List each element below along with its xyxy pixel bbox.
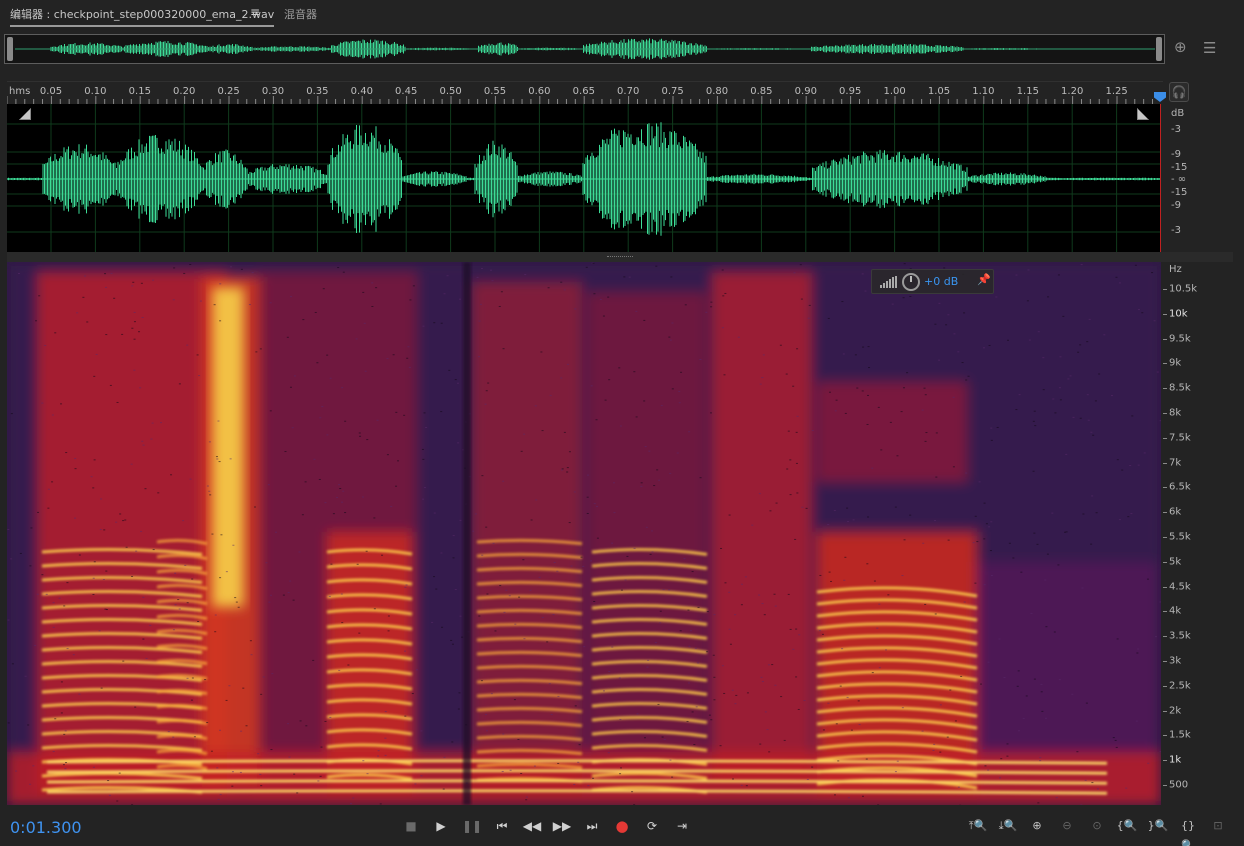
hz-unit: Hz: [1169, 264, 1182, 275]
rewind-icon[interactable]: ◀◀: [521, 816, 543, 836]
frequency-tick: [1163, 537, 1167, 538]
overview-right-handle[interactable]: [1156, 37, 1162, 61]
gain-knob[interactable]: [902, 273, 920, 291]
zoom-full-icon[interactable]: ⊙: [1086, 816, 1108, 836]
frequency-label: 5k: [1169, 556, 1182, 568]
db-label: -9: [1171, 200, 1181, 211]
frequency-label: 500: [1169, 779, 1189, 791]
db-label: -3: [1171, 225, 1181, 236]
frequency-tick: [1163, 289, 1167, 290]
time-ruler[interactable]: hms 0.05 0.10 0.15 0.20 0.25 0.30 0.35 0.40 0.45…: [7, 81, 1163, 104]
panel-menu-icon[interactable]: ≡: [250, 5, 260, 19]
frequency-label: 10k: [1169, 308, 1188, 320]
timecode-display[interactable]: 0:01.300: [10, 818, 82, 837]
frequency-tick: [1163, 413, 1167, 414]
level-bars-icon: [880, 276, 897, 288]
frequency-tick: [1163, 636, 1167, 638]
frequency-label: 1k: [1169, 754, 1182, 766]
overview-navigator[interactable]: [4, 34, 1165, 64]
frequency-tick: [1163, 760, 1167, 762]
frequency-label: 4.5k: [1169, 581, 1191, 593]
audio-editor: 编辑器 : checkpoint_step000320000_ema_2.wav…: [0, 0, 1244, 846]
frequency-label: 7.5k: [1169, 432, 1191, 444]
frequency-tick: [1163, 338, 1167, 340]
ruler-ticks: [7, 96, 1154, 104]
frequency-label: 5.5k: [1169, 531, 1191, 543]
frequency-label: 6.5k: [1169, 481, 1191, 493]
db-label: -15: [1171, 162, 1188, 173]
zoom-in-right-icon[interactable]: }🔍: [1147, 816, 1169, 836]
view-divider[interactable]: [7, 252, 1233, 262]
zoom-out-amplitude-icon[interactable]: ⤓🔍: [997, 816, 1019, 836]
db-label: - ∞: [1171, 174, 1187, 185]
frequency-tick: [1163, 586, 1167, 588]
tab-bar: 编辑器 : checkpoint_step000320000_ema_2.wav…: [0, 0, 1244, 28]
frequency-tick: [1163, 437, 1167, 439]
gain-hud[interactable]: +0 dB 📌: [871, 269, 994, 294]
zoom-to-selection-icon[interactable]: {}🔍: [1177, 816, 1199, 846]
zoom-settings-icon[interactable]: ⊕: [1174, 38, 1187, 56]
frequency-tick: [1163, 363, 1167, 365]
frequency-label: 7k: [1169, 457, 1182, 469]
frequency-tick: [1163, 487, 1167, 489]
zoom-in-left-icon[interactable]: {🔍: [1116, 816, 1138, 836]
frequency-scale: Hz 10.5k 10k 9.5k 9k 8.5k 8k 7.5k 7k 6.5k 6k 5.5k 5…: [1163, 262, 1244, 805]
frequency-label: 8.5k: [1169, 382, 1191, 394]
frequency-tick: [1163, 388, 1167, 390]
frequency-tick: [1163, 611, 1167, 613]
tab-mixer[interactable]: 混音器: [284, 6, 317, 22]
pin-icon[interactable]: 📌: [976, 273, 992, 291]
frequency-label: 6k: [1169, 506, 1182, 518]
spectrogram-canvas: [7, 262, 1161, 805]
zoom-in-amplitude-icon[interactable]: ⤒🔍: [967, 816, 989, 836]
go-to-end-icon[interactable]: ⏭: [581, 816, 603, 836]
record-icon[interactable]: ●: [611, 816, 633, 836]
go-to-start-icon[interactable]: ⏮: [491, 816, 513, 836]
skip-selection-icon[interactable]: ⇥: [671, 816, 693, 836]
waveform-canvas: [7, 104, 1161, 252]
db-scale: dB -3 -9 -15- ∞ -15 -9 -3: [1163, 104, 1244, 252]
playhead-line: [1160, 104, 1161, 252]
frequency-tick: [1163, 561, 1167, 563]
frequency-label: 9.5k: [1169, 333, 1191, 345]
waveform-view[interactable]: [7, 104, 1161, 252]
overview-left-handle[interactable]: [7, 37, 13, 61]
frequency-label: 2k: [1169, 705, 1182, 717]
frequency-label: 3k: [1169, 655, 1182, 667]
panel-options-icon[interactable]: ☰: [1203, 39, 1216, 57]
gain-value[interactable]: +0 dB: [924, 275, 958, 288]
frequency-label: 1.5k: [1169, 729, 1191, 741]
loop-icon[interactable]: ⟳: [641, 816, 663, 836]
frequency-label: 8k: [1169, 407, 1182, 419]
play-icon[interactable]: ▶: [430, 816, 452, 836]
frequency-tick: [1163, 313, 1167, 315]
overview-waveform: [15, 38, 1155, 60]
db-label: -15: [1171, 187, 1188, 198]
fast-forward-icon[interactable]: ▶▶: [551, 816, 573, 836]
stop-icon[interactable]: ■: [400, 816, 422, 836]
db-label: -9: [1171, 149, 1181, 160]
zoom-in-time-icon[interactable]: ⊕: [1026, 816, 1048, 836]
frequency-label: 9k: [1169, 357, 1182, 369]
zoom-out-time-icon[interactable]: ⊖: [1056, 816, 1078, 836]
spectral-view[interactable]: [7, 262, 1161, 805]
frequency-tick: [1163, 785, 1167, 786]
tab-editor[interactable]: 编辑器 : checkpoint_step000320000_ema_2.wav: [10, 6, 275, 27]
frequency-label: 4k: [1169, 605, 1182, 617]
db-unit: dB: [1171, 108, 1185, 119]
frequency-label: 10.5k: [1169, 283, 1198, 295]
pause-icon[interactable]: ❚❚: [461, 816, 483, 836]
frequency-tick: [1163, 710, 1167, 712]
zoom-reset-icon[interactable]: ⊡: [1207, 816, 1229, 836]
frequency-tick: [1163, 685, 1167, 687]
frequency-tick: [1163, 462, 1167, 464]
frequency-label: 3.5k: [1169, 630, 1191, 642]
db-label: -3: [1171, 124, 1181, 135]
frequency-tick: [1163, 735, 1167, 737]
transport-bar: 0:01.300 ■ ▶ ❚❚ ⏮ ◀◀ ▶▶ ⏭ ● ⟳ ⇥ ⤒🔍 ⤓🔍 ⊕ …: [0, 806, 1244, 846]
frequency-tick: [1163, 661, 1167, 662]
headphone-icon[interactable]: 🎧: [1169, 82, 1189, 102]
frequency-label: 2.5k: [1169, 680, 1191, 692]
frequency-tick: [1163, 512, 1167, 514]
